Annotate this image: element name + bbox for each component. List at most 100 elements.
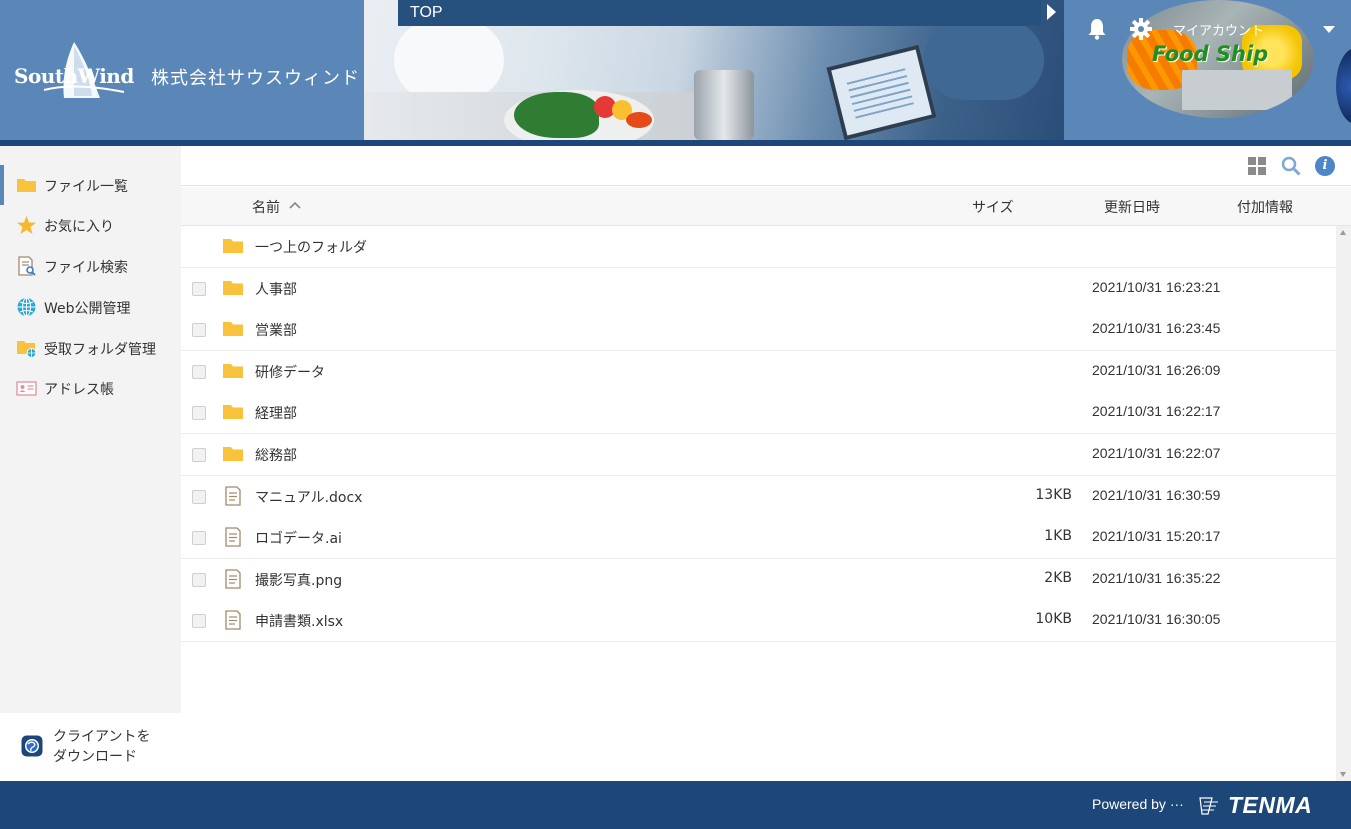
sidebar: ファイル一覧 お気に入り ファイル検索 Web公開管理 受取フォルダ管理 アドレ…	[0, 146, 181, 781]
sidebar-item-label: 受取フォルダ管理	[44, 342, 156, 358]
sidebar-item-label: ファイル検索	[44, 260, 128, 276]
file-row[interactable]: マニュアル.docx 13KB 2021/10/31 16:30:59	[181, 475, 1336, 518]
avatar-brand-text: Food Ship	[1152, 42, 1269, 66]
globe-icon	[17, 297, 36, 317]
search-icon[interactable]	[1281, 156, 1301, 176]
file-modified-date: 2021/10/31 16:22:17	[1092, 403, 1221, 420]
download-client-label: クライアントを ダウンロード	[53, 729, 151, 765]
file-icon	[222, 610, 244, 631]
folder-icon	[222, 236, 244, 256]
file-name[interactable]: ロゴデータ.ai	[255, 528, 342, 548]
row-checkbox[interactable]	[192, 489, 206, 504]
folder-globe-icon	[17, 341, 37, 358]
row-checkbox[interactable]	[192, 448, 206, 462]
download-client-button[interactable]: クライアントを ダウンロード	[0, 713, 181, 781]
column-name-header[interactable]: 名前	[252, 197, 280, 217]
chevron-down-icon[interactable]	[1323, 26, 1335, 33]
file-icon	[222, 527, 244, 547]
file-modified-date: 2021/10/31 15:20:17	[1092, 528, 1221, 545]
file-size: 10KB	[1035, 611, 1072, 628]
folder-icon	[222, 402, 244, 422]
file-row[interactable]: 申請書類.xlsx 10KB 2021/10/31 16:30:05	[181, 600, 1336, 643]
grid-view-icon[interactable]	[1248, 157, 1266, 175]
brand-area: SouthWind 株式会社サウスウィンド	[0, 0, 364, 140]
file-icon	[222, 485, 244, 506]
file-modified-date: 2021/10/31 16:23:21	[1092, 278, 1221, 295]
scrollbar[interactable]	[1336, 226, 1351, 781]
row-checkbox[interactable]	[192, 323, 206, 338]
sidebar-item-file-search[interactable]: ファイル検索	[0, 246, 181, 286]
row-checkbox[interactable]	[192, 614, 206, 629]
file-row[interactable]: 総務部 2021/10/31 16:22:07	[181, 434, 1336, 476]
column-size-header[interactable]: サイズ	[972, 197, 1014, 217]
sidebar-item-favorites[interactable]: お気に入り	[0, 205, 181, 245]
star-icon	[17, 216, 36, 234]
footer: Powered by ··· TENMA	[0, 781, 1351, 829]
column-modified-header[interactable]: 更新日時	[1104, 197, 1160, 217]
folder-icon	[222, 278, 244, 298]
address-card-icon	[16, 381, 37, 396]
sidebar-item-receive-folder[interactable]: 受取フォルダ管理	[0, 328, 181, 368]
file-row[interactable]: 撮影写真.png 2KB 2021/10/31 16:35:22	[181, 558, 1336, 601]
sidebar-item-label: ファイル一覧	[44, 179, 128, 195]
scroll-down-arrow-icon[interactable]	[1340, 772, 1346, 777]
file-name[interactable]: 申請書類.xlsx	[255, 611, 343, 631]
breadcrumb-arrow-icon[interactable]	[1047, 4, 1056, 20]
client-globe-icon	[21, 735, 43, 757]
breadcrumb-top[interactable]: TOP	[410, 4, 443, 22]
folder-icon	[17, 179, 36, 192]
file-row[interactable]: 経理部 2021/10/31 16:22:17	[181, 392, 1336, 435]
file-name[interactable]: 研修データ	[255, 362, 325, 382]
row-checkbox[interactable]	[192, 406, 206, 421]
app-header: SouthWind 株式会社サウスウィンド TOP Food Ship マイアカ…	[0, 0, 1351, 146]
file-row[interactable]: 研修データ 2021/10/31 16:26:09	[181, 350, 1336, 393]
sort-ascending-icon[interactable]	[289, 201, 301, 209]
file-modified-date: 2021/10/31 16:30:05	[1092, 611, 1221, 628]
file-modified-date: 2021/10/31 16:26:09	[1092, 361, 1221, 378]
sidebar-item-label: お気に入り	[44, 219, 114, 235]
file-name[interactable]: 経理部	[255, 403, 297, 423]
file-icon	[222, 569, 244, 589]
column-header: 名前 サイズ 更新日時 付加情報	[181, 187, 1351, 226]
breadcrumb[interactable]: TOP	[398, 0, 1041, 26]
toolbar: i	[181, 146, 1351, 186]
column-extra-header[interactable]: 付加情報	[1237, 197, 1293, 217]
my-account-menu[interactable]: マイアカウント	[1173, 20, 1264, 39]
file-name[interactable]: 撮影写真.png	[255, 570, 342, 590]
scroll-up-arrow-icon[interactable]	[1340, 230, 1346, 235]
sidebar-item-web-publish[interactable]: Web公開管理	[0, 287, 181, 327]
row-checkbox[interactable]	[192, 572, 206, 587]
row-checkbox[interactable]	[192, 364, 206, 379]
company-name: 株式会社サウスウィンド	[151, 68, 360, 89]
file-name[interactable]: 営業部	[255, 320, 297, 340]
folder-icon	[222, 361, 244, 381]
tenma-logo-icon	[1199, 797, 1218, 815]
tenma-brand: TENMA	[1228, 792, 1313, 818]
info-icon[interactable]: i	[1315, 156, 1335, 176]
file-row[interactable]: 営業部 2021/10/31 16:23:45	[181, 309, 1336, 352]
file-size: 13KB	[1035, 486, 1072, 503]
sidebar-item-file-list[interactable]: ファイル一覧	[0, 165, 181, 205]
sidebar-item-label: アドレス帳	[44, 382, 114, 398]
file-row[interactable]: 人事部 2021/10/31 16:23:21	[181, 267, 1336, 310]
file-modified-date: 2021/10/31 16:22:07	[1092, 445, 1221, 461]
gear-icon[interactable]	[1130, 18, 1152, 40]
file-search-icon	[18, 256, 36, 276]
file-browser: i 名前 サイズ 更新日時 付加情報 一つ上のフォルダ 人事部 2021/10/31…	[181, 146, 1351, 781]
sidebar-item-label: Web公開管理	[44, 301, 131, 317]
logo-text: SouthWind	[14, 64, 134, 88]
file-name[interactable]: 一つ上のフォルダ	[255, 237, 367, 257]
file-name[interactable]: 人事部	[255, 279, 297, 299]
row-checkbox[interactable]	[192, 281, 206, 296]
row-checkbox[interactable]	[192, 531, 206, 546]
file-modified-date: 2021/10/31 16:35:22	[1092, 569, 1221, 586]
bell-icon[interactable]	[1087, 18, 1107, 40]
folder-icon	[222, 319, 244, 339]
file-modified-date: 2021/10/31 16:30:59	[1092, 486, 1221, 503]
file-row[interactable]: ロゴデータ.ai 1KB 2021/10/31 15:20:17	[181, 517, 1336, 560]
file-name[interactable]: マニュアル.docx	[255, 487, 362, 507]
file-size: 1KB	[1044, 528, 1072, 545]
file-name[interactable]: 総務部	[255, 445, 297, 465]
parent-folder-row[interactable]: 一つ上のフォルダ	[181, 226, 1336, 268]
sidebar-item-address-book[interactable]: アドレス帳	[0, 368, 181, 408]
